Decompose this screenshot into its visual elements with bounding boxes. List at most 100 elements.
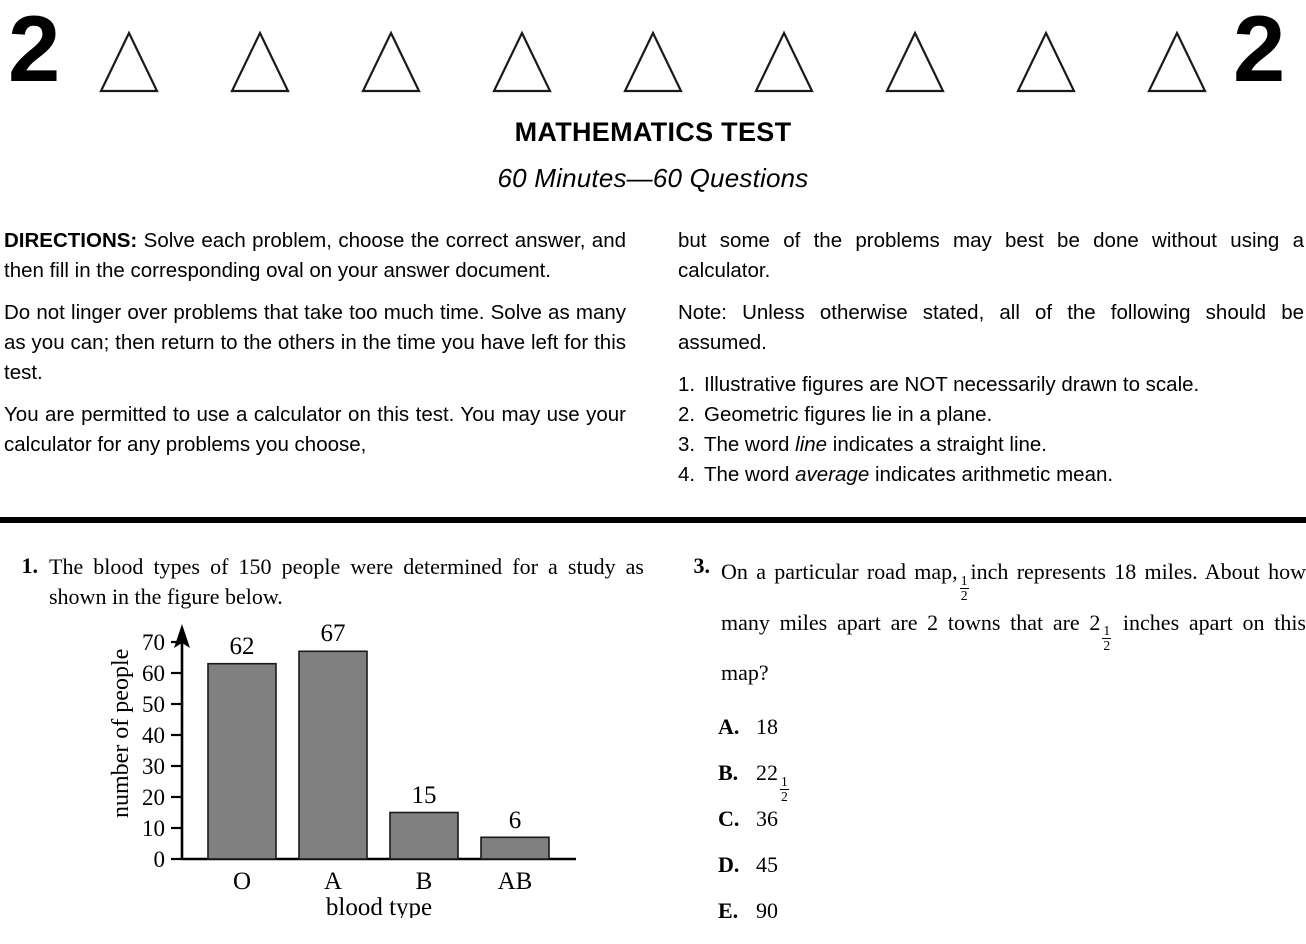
choice-b-whole: 22	[756, 760, 778, 786]
triangle-outline-icon	[361, 30, 421, 93]
choice-e-value: 90	[756, 898, 1306, 924]
page-number-left: 2	[8, 0, 60, 101]
triangle-outline-icon	[230, 30, 290, 93]
choice-b-letter: B.	[718, 760, 739, 786]
note-emphasis: line	[795, 433, 828, 456]
choice-d-letter: D.	[718, 852, 740, 878]
list-item: 2. Geometric figures lie in a plane.	[678, 400, 1304, 430]
directions-paragraph-5: Note: Unless otherwise stated, all of th…	[678, 301, 1304, 354]
triangle-outline-icon	[492, 30, 552, 93]
triangle-outline-icon	[1147, 30, 1207, 93]
directions-paragraph-4: but some of the problems may best be don…	[678, 229, 1304, 282]
directions-left-column: DIRECTIONS: Solve each problem, choose t…	[4, 226, 626, 460]
note-number: 4.	[678, 463, 696, 486]
mixed-number-two-and-half: 212	[1089, 609, 1113, 653]
question-3-text: On a particular road map, 1 2 inch represen…	[721, 552, 1306, 692]
page-number-right: 2	[1233, 0, 1285, 101]
ytick-label: 10	[142, 816, 165, 841]
page-subtitle: 60 Minutes—60 Questions	[497, 163, 809, 193]
question-3-choices: A. 18 B. 22 1 2 C. 36 D. 45 E. 90	[676, 714, 1306, 944]
directions-paragraph-2: Do not linger over problems that take to…	[4, 301, 626, 384]
choice-d-value: 45	[756, 852, 1306, 878]
note-text: Illustrative figures are NOT necessarily…	[704, 373, 1200, 396]
list-item: 1. Illustrative figures are NOT necessari…	[678, 370, 1304, 400]
bar-O	[207, 662, 277, 860]
ytick-label: 50	[142, 692, 165, 717]
mixed-whole: 2	[1089, 609, 1101, 635]
directions-label: DIRECTIONS:	[4, 229, 138, 252]
choice-a-value: 18	[756, 714, 1306, 740]
note-number: 1.	[678, 373, 696, 396]
directions-paragraph-3: You are permitted to use a calculator on…	[4, 403, 626, 456]
triangle-outline-icon	[1016, 30, 1076, 93]
fraction-denominator: 2	[1102, 638, 1112, 654]
question-1-text: The blood types of 150 people were deter…	[49, 554, 644, 609]
triangle-outline-icon	[754, 30, 814, 93]
bar-label-A: 67	[321, 620, 346, 647]
choice-c-letter: C.	[718, 806, 740, 832]
fraction-one-half: 12	[780, 773, 789, 804]
choice-c[interactable]: C. 36	[718, 806, 1306, 852]
ytick-label: 20	[142, 785, 165, 810]
note-text: Geometric figures lie in a plane.	[704, 403, 993, 426]
choice-e-letter: E.	[718, 898, 739, 924]
choice-c-whole: 36	[756, 806, 778, 832]
triangle-outline-icon	[885, 30, 945, 93]
page-title: MATHEMATICS TEST	[514, 117, 792, 147]
question-3-number: 3.	[693, 553, 711, 578]
chart-y-ticks	[171, 640, 182, 861]
bar-AB	[480, 836, 550, 860]
note-text-post: indicates a straight line.	[827, 433, 1048, 456]
choice-a[interactable]: A. 18	[718, 714, 1306, 760]
choice-d-whole: 45	[756, 852, 778, 878]
ytick-label: 0	[154, 847, 166, 872]
xtick-label-B: B	[416, 868, 433, 895]
note-number: 3.	[678, 433, 696, 456]
triangle-outline-icon	[99, 30, 159, 93]
fraction-numerator: 1	[960, 572, 968, 588]
xtick-label-A: A	[324, 868, 342, 895]
fraction-denominator: 2	[780, 788, 789, 804]
bar-label-B: 15	[412, 782, 437, 809]
list-item: 3. The word line indicates a straight lin…	[678, 430, 1304, 460]
chart-y-tick-labels: 0 10 20 30 40 50 60 70	[142, 630, 165, 872]
question-3-text-part-1: On a particular road map,	[721, 559, 958, 584]
note-text: The word	[704, 433, 796, 456]
question-1-number: 1.	[21, 553, 39, 578]
ytick-label: 60	[142, 661, 165, 686]
question-3-header: 3. On a particular road map, 1 2 inch repre…	[676, 552, 1306, 692]
xtick-label-O: O	[233, 868, 251, 895]
bar-label-AB: 6	[509, 807, 522, 834]
assumptions-list: 1. Illustrative figures are NOT necessari…	[678, 370, 1304, 490]
choice-c-value: 36	[756, 806, 1306, 832]
bar-A	[298, 650, 368, 860]
bar-label-O: 62	[230, 633, 255, 660]
choice-b-value: 22 1 2	[756, 760, 1306, 804]
blood-type-bar-chart: 0 10 20 30 40 50 60 70 number of people …	[96, 618, 596, 918]
ytick-label: 30	[142, 754, 165, 779]
chart-x-axis-label: blood type	[326, 894, 432, 918]
chart-y-axis-label: number of people	[108, 649, 134, 818]
fraction-numerator: 1	[781, 773, 788, 789]
choice-d[interactable]: D. 45	[718, 852, 1306, 898]
fraction-one-half: 12	[1102, 623, 1112, 654]
note-number: 2.	[678, 403, 696, 426]
list-item: 4. The word average indicates arithmetic …	[678, 460, 1304, 490]
section-divider	[0, 517, 1306, 523]
fraction-denominator: 2	[959, 587, 969, 603]
choice-e-whole: 90	[756, 898, 778, 924]
triangle-marker-row	[98, 28, 1208, 94]
directions-right-column: but some of the problems may best be don…	[678, 226, 1304, 490]
fraction-one-half: 12	[959, 572, 969, 603]
fraction-numerator: 1	[1103, 623, 1111, 639]
note-text-post: indicates arithmetic mean.	[869, 463, 1114, 486]
ytick-label: 70	[142, 630, 165, 655]
question-3: 3. On a particular road map, 1 2 inch repre…	[676, 552, 1306, 944]
triangle-outline-icon	[623, 30, 683, 93]
ytick-label: 40	[142, 723, 165, 748]
directions-paragraph-1: DIRECTIONS: Solve each problem, choose t…	[4, 226, 626, 286]
choice-e[interactable]: E. 90	[718, 898, 1306, 944]
choice-a-whole: 18	[756, 714, 778, 740]
choice-b[interactable]: B. 22 1 2	[718, 760, 1306, 806]
question-1-header: 1. The blood types of 150 people were de…	[4, 552, 645, 612]
